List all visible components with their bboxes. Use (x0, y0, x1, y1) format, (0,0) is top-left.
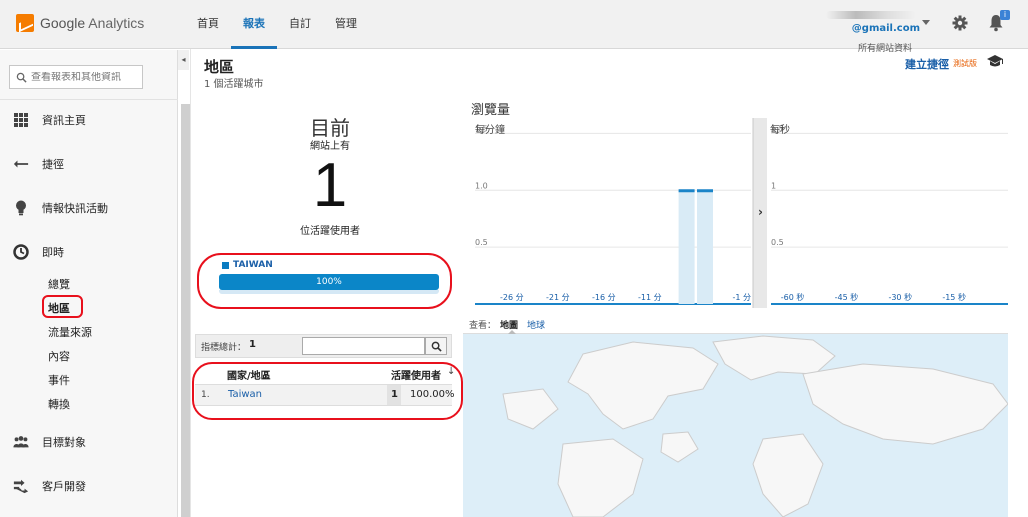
logo-product: Analytics (88, 15, 145, 31)
page-title: 地區 (204, 58, 235, 76)
search-icon (16, 72, 27, 83)
sidebar-item-shortcuts[interactable]: 捷徑 (0, 148, 178, 180)
notification-badge[interactable]: i (1000, 10, 1010, 20)
top-bar: Google Analytics 首頁 報表 自訂 管理 @gmail.com … (0, 0, 1028, 54)
row-users-value: 1 (391, 389, 398, 400)
sidebar-item-acquisition[interactable]: 客戶開發 (0, 470, 178, 502)
main-left-border (190, 49, 191, 517)
sidebar-item-label: 捷徑 (42, 158, 64, 171)
table-search[interactable] (302, 337, 425, 355)
column-header-active-users[interactable]: 活躍使用者 (391, 367, 441, 382)
pageviews-title: 瀏覽量 (471, 103, 511, 118)
country-share-bar[interactable]: 100% (219, 274, 439, 290)
sidebar-item-label: 即時 (42, 246, 64, 259)
per-second-y-tick-label: 1 (771, 181, 776, 190)
nav-reports[interactable]: 報表 (231, 0, 277, 49)
per-second-y-tick-label: 0.5 (771, 238, 784, 247)
country-share-bar-shadow (219, 290, 439, 294)
account-switcher[interactable]: @gmail.com 所有網站資料 (760, 8, 920, 54)
create-shortcut-link[interactable]: 建立捷徑 (905, 56, 949, 72)
sidebar-collapse-button[interactable]: ◂ (178, 50, 189, 70)
row-country-link[interactable]: Taiwan (228, 389, 262, 400)
sidebar-subitem-content[interactable]: 內容 (48, 348, 70, 364)
per-minute-x-tick-label: -26 分 (500, 293, 524, 302)
account-email: @gmail.com (851, 23, 920, 34)
pageviews-chart: ›1.51.00.5-26 分 -21 分 -16 分 -11 分 -6 分 -1 分1.… (475, 118, 1008, 308)
shortcut-arrow-icon (13, 156, 29, 172)
sidebar-item-intelligence[interactable]: 情報快訊活動 (0, 192, 178, 224)
sidebar-search[interactable] (9, 65, 143, 89)
graduation-cap-icon[interactable] (986, 54, 1004, 68)
sidebar-divider (0, 99, 178, 100)
analytics-logo-icon (16, 14, 34, 32)
world-map-landmass (502, 335, 1008, 517)
sidebar-item-audience[interactable]: 目標對象 (0, 426, 178, 458)
grid-icon (13, 112, 29, 128)
ga-logo[interactable]: Google Analytics (16, 14, 144, 32)
per-minute-y-tick-label: 0.5 (475, 238, 488, 247)
account-property: 所有網站資料 (857, 44, 912, 54)
sidebar-search-input[interactable] (31, 71, 131, 83)
chart-expand-arrow: › (758, 205, 763, 219)
tab-globe[interactable]: 地球 (527, 318, 545, 331)
metric-total-value: 1 (249, 339, 256, 350)
sidebar-item-label: 情報快訊活動 (42, 202, 108, 215)
per-minute-x-tick-label: -16 分 (592, 293, 616, 302)
per-second-x-tick-label: -15 秒 (942, 292, 966, 302)
active-users-count: 1 (312, 151, 348, 220)
row-users-percent: 100.00% (410, 389, 455, 400)
search-icon (431, 341, 442, 352)
active-users-label: 位活躍使用者 (300, 226, 360, 237)
table-search-button[interactable] (425, 337, 447, 355)
nav-home[interactable]: 首頁 (185, 0, 231, 49)
gear-icon[interactable] (952, 15, 968, 31)
row-index: 1. (201, 390, 210, 400)
beta-badge: 測試版 (953, 59, 977, 68)
sidebar-subitem-traffic-sources[interactable]: 流量來源 (48, 324, 92, 340)
table-search-input[interactable] (303, 338, 421, 354)
per-second-label: 每秒 (770, 125, 790, 136)
per-minute-y-tick-label: 1.0 (475, 181, 488, 190)
sidebar-item-label: 客戶開發 (42, 480, 86, 493)
country-legend-label: TAIWAN (233, 260, 273, 270)
lightbulb-icon (13, 200, 29, 216)
legend-swatch (222, 261, 229, 269)
redacted-account-name (826, 11, 916, 19)
metric-total-label: 指標總計： (201, 343, 247, 353)
per-minute-bar-fill (697, 190, 713, 304)
nav-customize[interactable]: 自訂 (277, 0, 323, 49)
per-minute-x-tick-label: -21 分 (546, 293, 570, 302)
per-minute-x-tick-label: -11 分 (638, 293, 662, 302)
map-view-label: 查看： (469, 321, 497, 331)
page-subtitle: 1 個活躍城市 (204, 79, 264, 90)
column-header-country[interactable]: 國家/地區 (227, 367, 271, 382)
people-icon (13, 434, 29, 450)
sidebar-item-label: 資訊主頁 (42, 114, 86, 127)
sidebar-subitem-events[interactable]: 事件 (48, 372, 70, 388)
per-minute-bar (678, 189, 695, 193)
nav-admin[interactable]: 管理 (323, 0, 369, 49)
per-second-x-tick-label: -60 秒 (781, 292, 805, 302)
sort-descending-icon[interactable]: ↓ (447, 366, 455, 377)
sidebar-item-realtime[interactable]: 即時 (0, 236, 178, 268)
logo-name: Google (40, 15, 86, 31)
sidebar-scrollbar[interactable] (181, 104, 190, 517)
acquisition-icon (13, 478, 29, 494)
account-caret-icon[interactable] (922, 20, 930, 25)
per-minute-bar (697, 189, 713, 193)
per-minute-bar-fill (678, 190, 695, 304)
sidebar-item-dashboards[interactable]: 資訊主頁 (0, 104, 178, 136)
sidebar-item-label: 目標對象 (42, 436, 86, 449)
per-second-x-tick-label: -30 秒 (888, 292, 912, 302)
per-minute-label: 每分鐘 (475, 125, 505, 136)
sidebar-subitem-overview[interactable]: 總覽 (48, 276, 70, 292)
country-legend: TAIWAN (222, 260, 273, 270)
per-minute-x-tick-label: -1 分 (733, 293, 752, 302)
clock-icon (13, 244, 29, 260)
top-nav: 首頁 報表 自訂 管理 (185, 0, 369, 49)
highlight-ring-locations (42, 295, 83, 318)
world-map[interactable] (463, 334, 1008, 517)
sidebar-subitem-conversions[interactable]: 轉換 (48, 396, 70, 412)
per-second-x-tick-label: -45 秒 (835, 292, 859, 302)
